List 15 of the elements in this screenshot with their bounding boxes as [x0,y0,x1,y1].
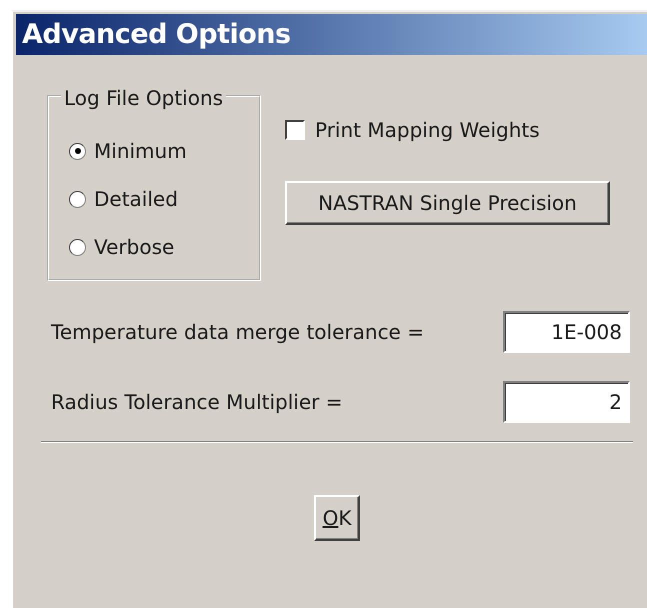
text-field[interactable]: 1E-008 [503,311,630,353]
radio-label[interactable]: Detailed [94,184,178,214]
field-label: Temperature data merge tolerance = [51,319,424,346]
window-title: Advanced Options [16,14,647,55]
radio-button[interactable] [69,238,86,256]
radio-label[interactable]: Minimum [94,136,187,166]
field-label: Radius Tolerance Multiplier = [51,389,342,416]
checkbox[interactable] [285,120,305,140]
checkbox-label[interactable]: Print Mapping Weights [315,115,540,145]
ok-button[interactable]: OK [314,495,360,541]
radio-button[interactable] [69,142,86,160]
radio-label[interactable]: Verbose [94,232,174,262]
nastran-button[interactable]: NASTRAN Single Precision [285,181,610,225]
text-field[interactable]: 2 [503,381,630,423]
radio-button[interactable] [69,190,86,208]
